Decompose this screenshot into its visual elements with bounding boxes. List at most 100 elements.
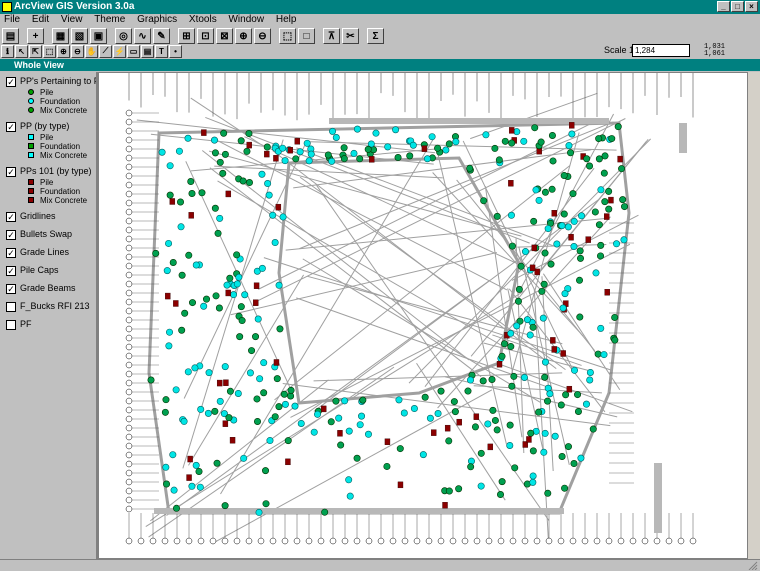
theme-entry[interactable]: ✓ Gridlines [2, 209, 96, 223]
theme-entry[interactable]: ✓ PP (by type) [2, 119, 96, 133]
foundation-point [264, 180, 272, 188]
gridline-bubble [125, 289, 133, 297]
foundation-point [513, 322, 521, 330]
map-display[interactable] [98, 72, 748, 559]
find-button[interactable]: ◎ [115, 28, 132, 44]
foundation-point [297, 419, 305, 427]
zoom-full-extent-button[interactable]: ⊞ [178, 28, 195, 44]
pan-tool[interactable]: ✋ [85, 44, 98, 58]
menu-help[interactable]: Help [272, 14, 302, 26]
theme-visibility-checkbox[interactable]: ✓ [6, 230, 16, 240]
foundation-point [310, 428, 318, 436]
menu-theme[interactable]: Theme [90, 14, 130, 26]
query-builder-button[interactable]: ∿ [134, 28, 151, 44]
theme-properties-button[interactable]: ▦ [52, 28, 69, 44]
menu-xtools[interactable]: Xtools [185, 14, 222, 26]
theme-visibility-checkbox[interactable]: ✓ [6, 77, 16, 87]
theme-visibility-checkbox[interactable]: ✓ [6, 212, 16, 222]
pile-point [284, 437, 292, 445]
foundation-point [269, 211, 277, 219]
area-of-interest-tool[interactable]: ▭ [127, 44, 140, 58]
zoom-out-tool[interactable]: ⊖ [71, 44, 84, 58]
pile-point [181, 309, 189, 317]
menu-window[interactable]: Window [224, 14, 269, 26]
vertical-scrollbar[interactable] [748, 72, 760, 559]
mix-concrete-point [173, 300, 179, 307]
gridline-bubble [665, 537, 673, 545]
zoom-out-button[interactable]: ⊖ [254, 28, 271, 44]
edit-legend-button[interactable]: ▧ [71, 28, 88, 44]
mix-concrete-point [431, 429, 437, 436]
foundation-point [271, 239, 279, 247]
pile-point [445, 140, 453, 148]
resize-grip-icon[interactable] [748, 561, 758, 570]
theme-visibility-checkbox[interactable]: ✓ [6, 167, 16, 177]
theme-visibility-checkbox[interactable]: ✓ [6, 266, 16, 276]
minimize-button[interactable]: _ [717, 1, 730, 12]
mix-concrete-point [534, 268, 540, 276]
save-project-button[interactable]: ▤ [2, 28, 19, 44]
gridline-bubble [653, 537, 661, 545]
grid-line [149, 379, 329, 522]
hotlink-button[interactable]: ✂ [342, 28, 359, 44]
legend-symbol-icon [28, 89, 34, 95]
theme-entry[interactable]: F_Bucks RFI 213 [2, 299, 96, 313]
identify-tool[interactable]: ℹ [1, 44, 14, 58]
gridline-bubble [125, 505, 133, 513]
zoom-in-tool[interactable]: ⊕ [57, 44, 70, 58]
menu-file[interactable]: File [0, 14, 25, 26]
foundation-point [166, 162, 174, 170]
pile-point [263, 143, 271, 151]
theme-visibility-checkbox[interactable]: ✓ [6, 122, 16, 132]
menu-view[interactable]: View [57, 14, 88, 26]
label-tool[interactable]: ▤ [141, 44, 154, 58]
add-theme-button[interactable]: + [27, 28, 44, 44]
theme-entry[interactable]: ✓ Grade Beams [2, 281, 96, 295]
pile-point [467, 463, 475, 471]
pile-point [493, 426, 501, 434]
theme-visibility-checkbox[interactable] [6, 320, 16, 330]
select-features-button[interactable]: ⬚ [279, 28, 296, 44]
theme-visibility-checkbox[interactable]: ✓ [6, 248, 16, 258]
theme-entry[interactable]: ✓ PPs 101 (by type) [2, 164, 96, 178]
vertex-edit-tool[interactable]: ⇱ [29, 44, 42, 58]
pile-point [548, 131, 556, 139]
close-button[interactable]: × [745, 1, 758, 12]
pile-point [564, 443, 572, 451]
pointer-tool[interactable]: ↖ [15, 44, 28, 58]
pile-point [506, 421, 514, 429]
promote-button[interactable]: ⊼ [323, 28, 340, 44]
menu-edit[interactable]: Edit [28, 14, 54, 26]
zoom-selected-button[interactable]: ⊠ [216, 28, 233, 44]
text-tool[interactable]: T [155, 44, 168, 58]
theme-entry[interactable]: PF [2, 317, 96, 331]
open-table-button[interactable]: ▣ [90, 28, 107, 44]
theme-entry[interactable]: ✓ Bullets Swap [2, 227, 96, 241]
summarize-button[interactable]: Σ [367, 28, 384, 44]
gridline-bubble [125, 127, 133, 135]
scale-box: Scale 1: [604, 44, 690, 57]
measure-tool[interactable]: ⟋ [99, 44, 112, 58]
theme-visibility-checkbox[interactable]: ✓ [6, 284, 16, 294]
maximize-button[interactable]: □ [731, 1, 744, 12]
hotlink-tool[interactable]: ⚡ [113, 44, 126, 58]
select-feature-tool[interactable]: ⬚ [43, 44, 56, 58]
locate-address-button[interactable]: ✎ [153, 28, 170, 44]
pile-point [434, 144, 442, 152]
scale-input[interactable] [632, 44, 690, 57]
map-canvas[interactable] [99, 73, 748, 559]
pile-point [213, 459, 221, 467]
pile-point [271, 413, 279, 421]
zoom-active-themes-button[interactable]: ⊡ [197, 28, 214, 44]
theme-visibility-checkbox[interactable] [6, 302, 16, 312]
pile-point [540, 280, 548, 288]
theme-entry[interactable]: ✓ Grade Lines [2, 245, 96, 259]
theme-entry[interactable]: ✓ PP's Pertaining to F [2, 74, 96, 88]
pile-point [537, 138, 545, 146]
menu-graphics[interactable]: Graphics [133, 14, 182, 26]
clear-selection-button[interactable]: □ [298, 28, 315, 44]
draw-point-tool[interactable]: • [169, 44, 182, 58]
theme-entry[interactable]: ✓ Pile Caps [2, 263, 96, 277]
foundation-point [546, 390, 554, 398]
zoom-in-button[interactable]: ⊕ [235, 28, 252, 44]
